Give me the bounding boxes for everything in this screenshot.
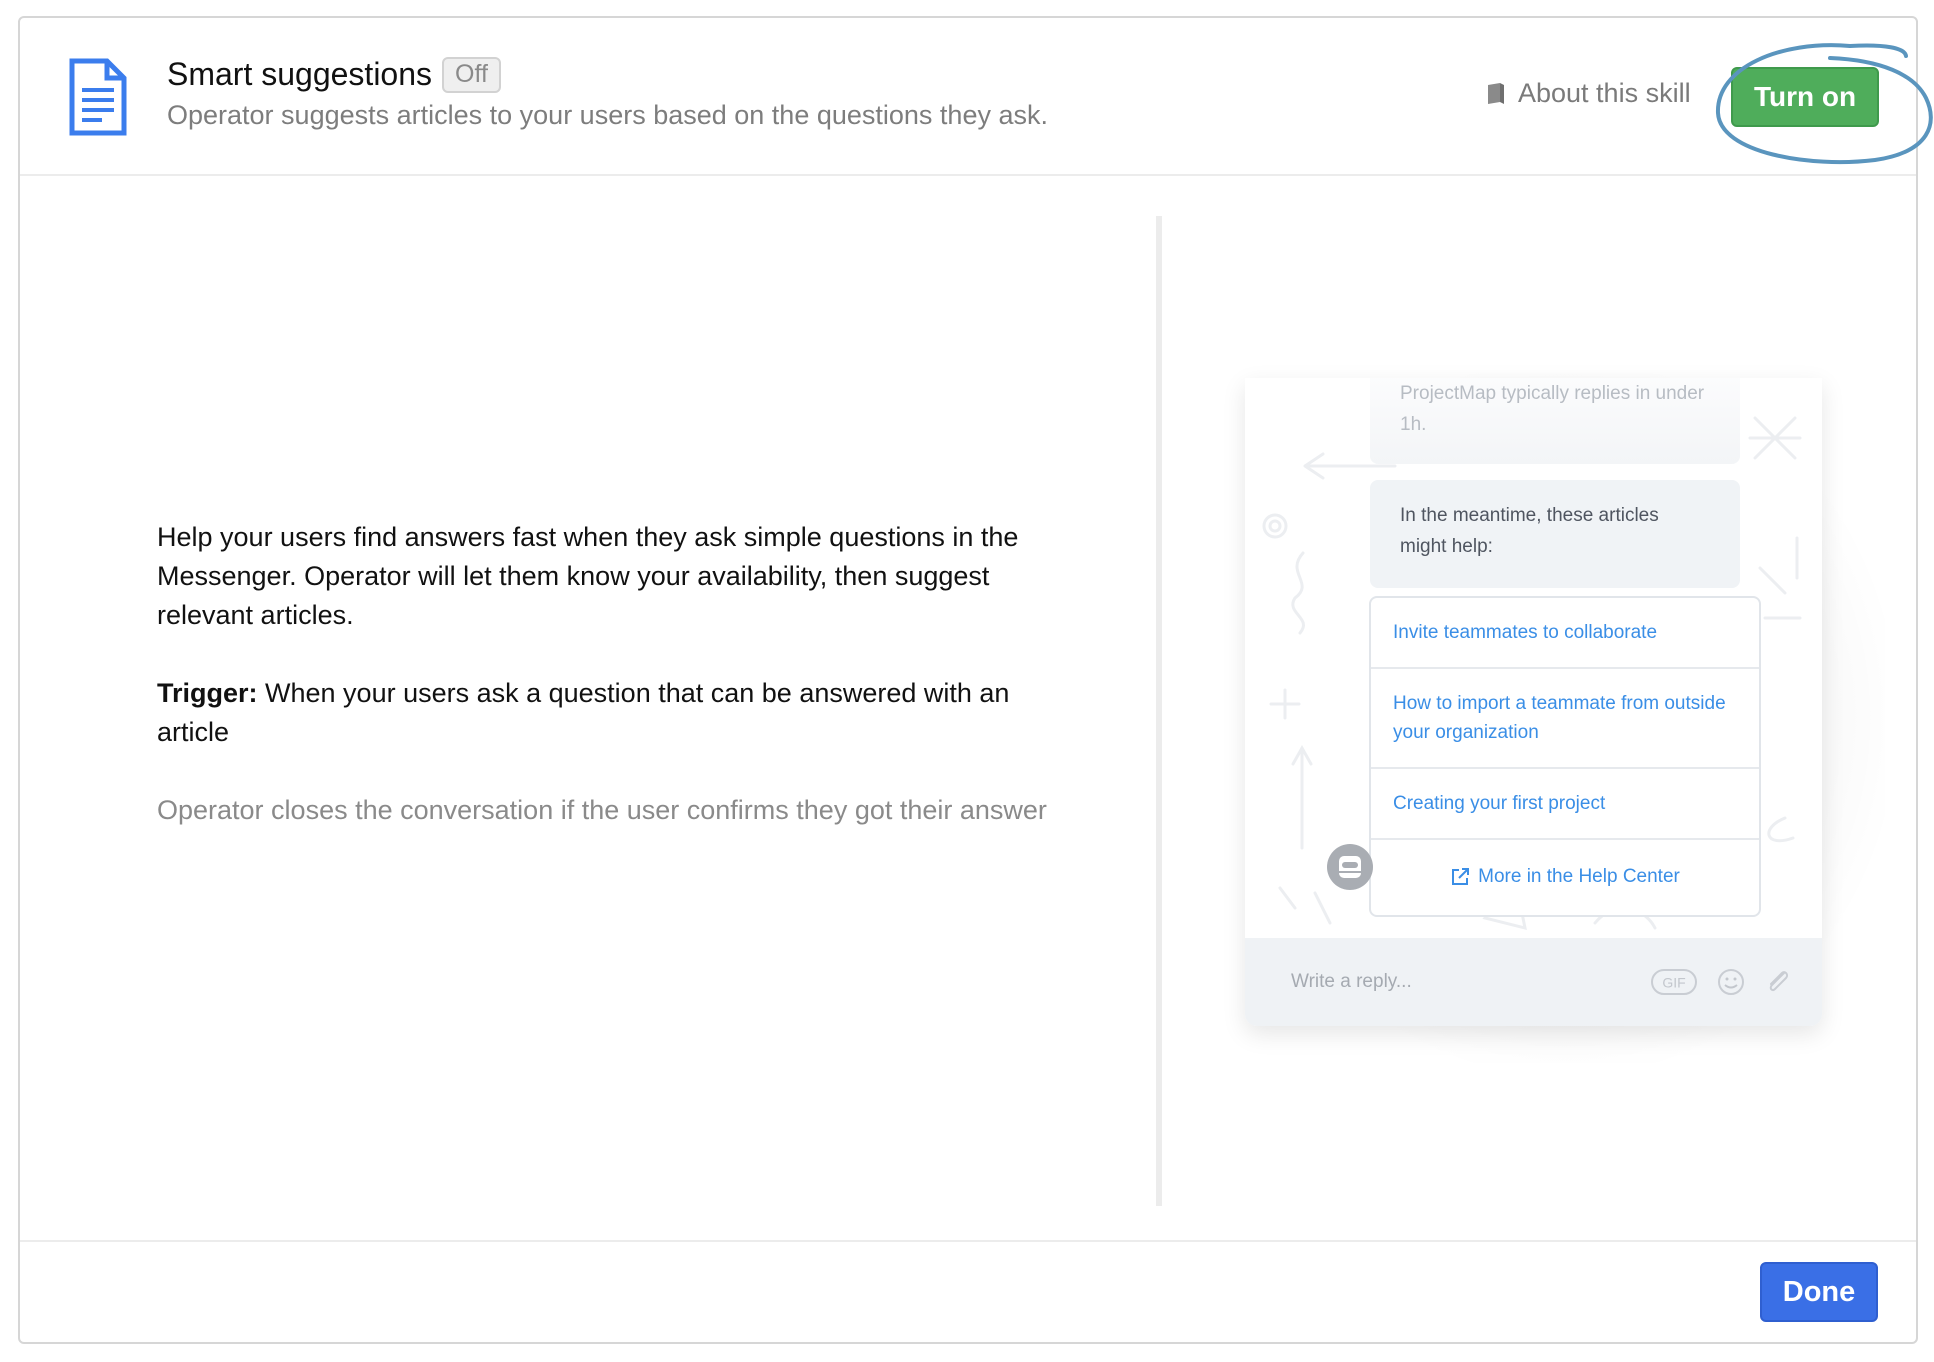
gif-icon: GIF (1651, 969, 1697, 995)
gif-label: GIF (1662, 975, 1685, 991)
trigger-label: Trigger: (157, 678, 258, 708)
modal-header: Smart suggestions Off Operator suggests … (20, 18, 1933, 176)
bot-icon (1339, 856, 1361, 878)
reply-input[interactable]: Write a reply... (1291, 971, 1650, 993)
turn-on-button[interactable]: Turn on (1731, 67, 1879, 127)
trigger-detail: When your users ask a question that can … (157, 678, 1010, 747)
messenger-preview: ProjectMap typically replies in under 1h… (1245, 378, 1822, 1026)
gif-button[interactable]: GIF (1650, 968, 1698, 996)
document-icon (69, 58, 127, 136)
article-link[interactable]: How to import a teammate from outside yo… (1371, 669, 1759, 769)
skill-subtitle: Operator suggests articles to your users… (167, 100, 1048, 130)
article-link[interactable]: Invite teammates to collaborate (1371, 598, 1759, 669)
article-suggestions: Invite teammates to collaborate How to i… (1369, 596, 1761, 917)
about-skill-label: About this skill (1518, 78, 1691, 108)
article-link[interactable]: Creating your first project (1371, 769, 1759, 840)
paperclip-icon (1769, 971, 1789, 992)
emoji-button[interactable] (1716, 967, 1746, 997)
help-center-label: More in the Help Center (1478, 866, 1680, 887)
bot-message: In the meantime, these articles might he… (1370, 480, 1740, 588)
description-intro: Help your users find answers fast when t… (157, 522, 1019, 630)
skill-modal: Smart suggestions Off Operator suggests … (18, 16, 1933, 1344)
attach-button[interactable] (1764, 967, 1792, 997)
done-button[interactable]: Done (1760, 1262, 1878, 1322)
column-divider (1156, 216, 1162, 1206)
about-skill-link[interactable]: About this skill (1486, 78, 1691, 109)
skill-title: Smart suggestions (167, 56, 433, 92)
skill-description: Help your users find answers fast when t… (157, 518, 1077, 869)
availability-message: ProjectMap typically replies in under 1h… (1370, 378, 1740, 464)
operator-bot-avatar (1327, 844, 1373, 890)
close-note: Operator closes the conversation if the … (157, 795, 1047, 825)
trigger-text: Trigger: When your users ask a question … (157, 674, 1077, 752)
reply-composer: Write a reply... GIF (1245, 938, 1822, 1026)
title-row: Smart suggestions Off (167, 56, 501, 93)
modal-footer: Done (20, 1240, 1916, 1342)
external-link-icon (1452, 867, 1470, 885)
book-icon (1488, 82, 1504, 104)
status-badge: Off (442, 56, 501, 93)
emoji-icon (1718, 969, 1744, 995)
help-center-link[interactable]: More in the Help Center (1371, 840, 1759, 915)
